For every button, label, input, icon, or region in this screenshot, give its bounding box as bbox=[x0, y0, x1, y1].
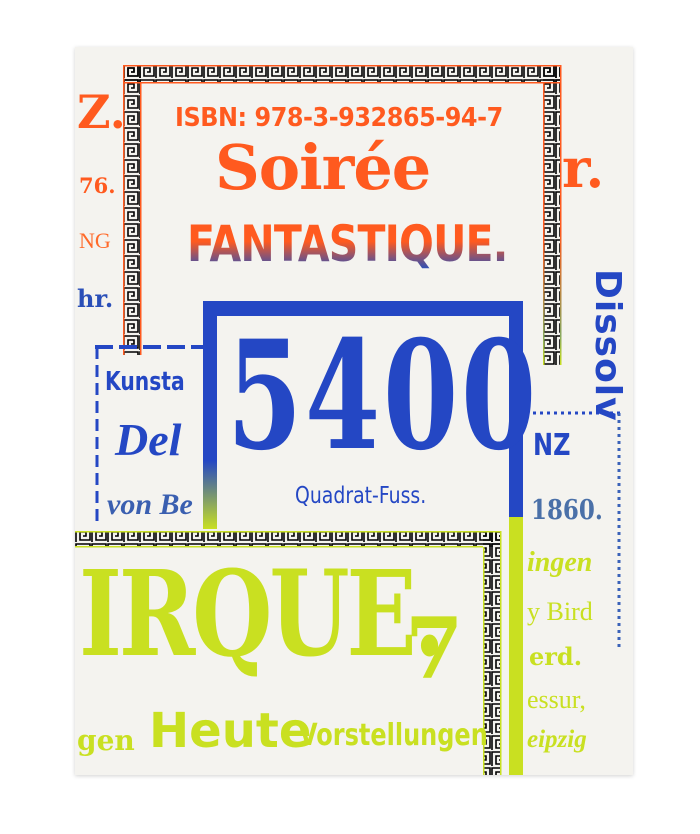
left-ng: NG bbox=[79, 228, 111, 253]
left-kunsta: Kunsta bbox=[105, 367, 185, 397]
left-z: Z. bbox=[77, 85, 126, 139]
big-number-5400: 5400 bbox=[227, 308, 540, 484]
bottom-vorstellungen: Vorstellungen bbox=[299, 718, 488, 753]
left-von-be: von Be bbox=[107, 488, 193, 521]
big-seven: 7 bbox=[405, 599, 464, 698]
right-ingen: ingen bbox=[527, 547, 593, 578]
right-leipzig: eipzig bbox=[527, 726, 587, 753]
bottom-heute: Heute bbox=[149, 703, 312, 759]
lime-vertical-bar bbox=[509, 517, 523, 775]
isbn-line: ISBN: 978-3-932865-94-7 bbox=[175, 103, 503, 133]
big-irque: IRQUE. bbox=[79, 544, 446, 683]
unit-label: Quadrat-Fuss. bbox=[295, 483, 427, 509]
poster: Z. 76. NG hr. ISBN: 978-3-932865-94-7 So… bbox=[75, 47, 633, 775]
bottom-gen: gen bbox=[77, 724, 135, 757]
right-1860: 1860. bbox=[531, 495, 603, 526]
title-soiree: Soirée bbox=[215, 131, 431, 204]
right-essur: essur, bbox=[527, 685, 586, 714]
title-fantastique: FANTASTIQUE. bbox=[187, 215, 508, 273]
right-r: r. bbox=[562, 136, 605, 200]
left-del: Del bbox=[115, 414, 182, 465]
left-hr: hr. bbox=[77, 284, 114, 313]
right-erd: erd. bbox=[529, 642, 583, 671]
right-bird: y Bird bbox=[527, 597, 593, 626]
right-nz: NZ bbox=[533, 428, 571, 463]
left-76: 76. bbox=[79, 173, 116, 198]
dissolv-vertical: Dissolv bbox=[587, 269, 628, 422]
